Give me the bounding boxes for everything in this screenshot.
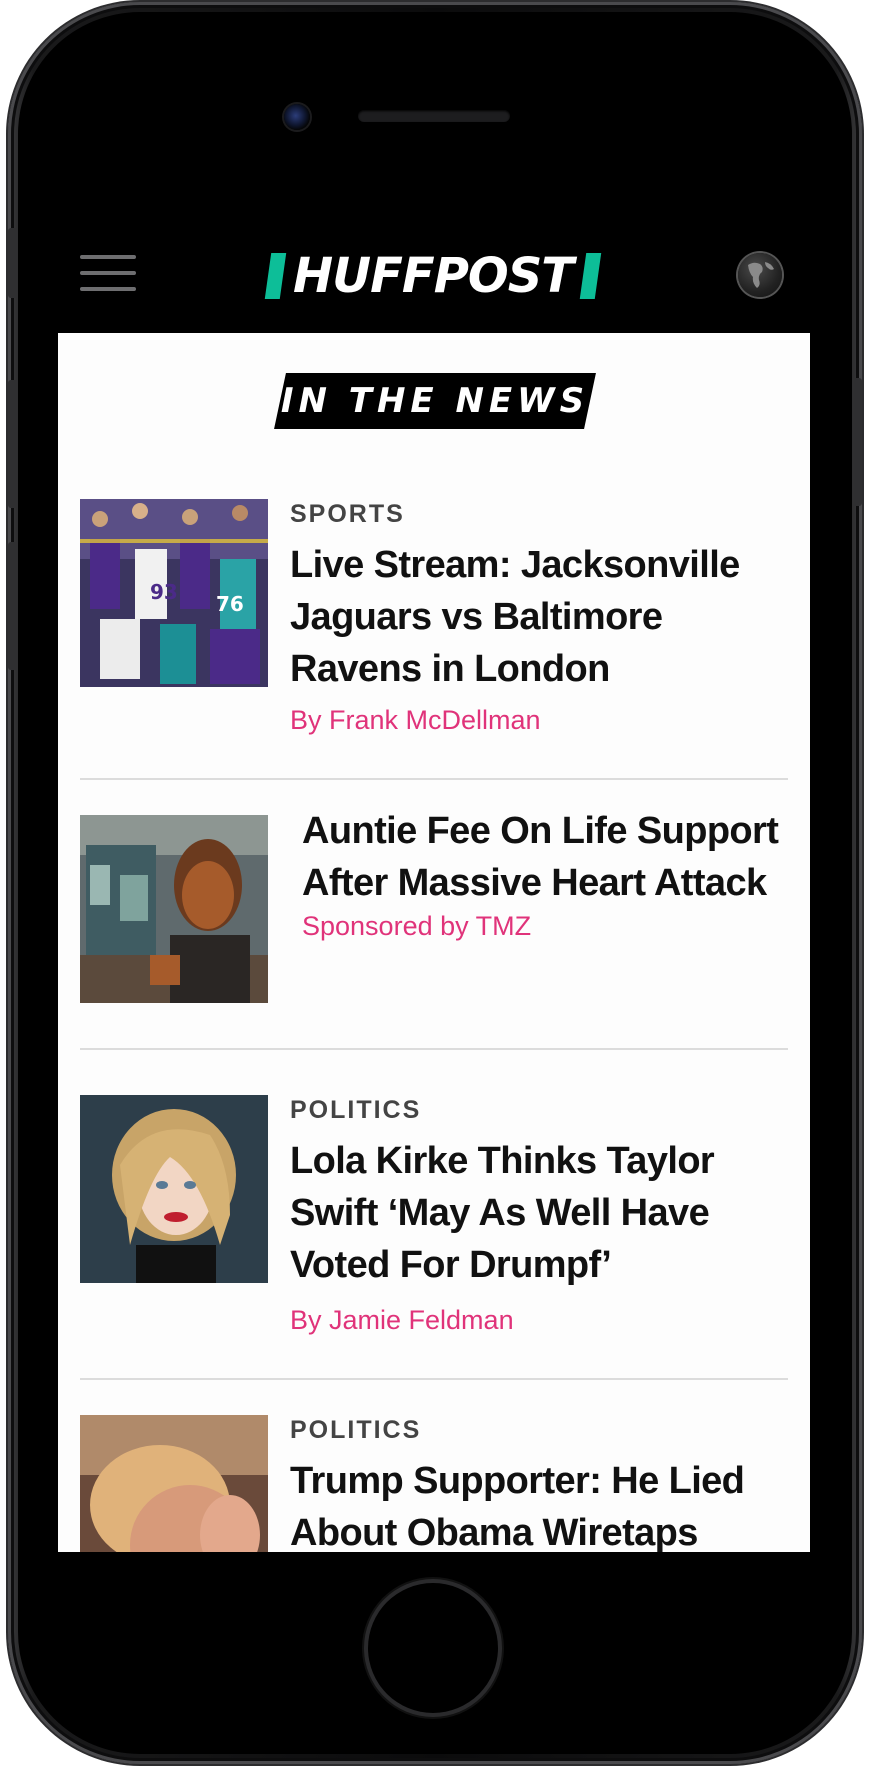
divider: [80, 1378, 788, 1380]
volume-down-button: [8, 542, 16, 670]
home-button[interactable]: [368, 1583, 498, 1713]
svg-text:93: 93: [150, 580, 178, 604]
divider: [80, 778, 788, 780]
globe-icon[interactable]: [738, 253, 782, 297]
article-byline[interactable]: By Frank McDellman: [290, 703, 790, 737]
blonde-woman-portrait-photo[interactable]: [80, 1095, 268, 1283]
man-hand-on-face-photo[interactable]: [80, 1415, 268, 1552]
logo-text: HUFFPOST: [292, 248, 574, 304]
article-headline[interactable]: Auntie Fee On Life Support After Massive…: [302, 805, 790, 909]
article-category[interactable]: SPORTS: [290, 499, 790, 529]
logo-bar-left: [264, 253, 287, 299]
hamburger-menu-icon[interactable]: [80, 255, 136, 293]
top-navbar: HUFFPOST: [58, 213, 810, 333]
mute-switch: [8, 228, 16, 298]
section-title: IN THE NEWS: [280, 381, 590, 421]
divider: [80, 1048, 788, 1050]
football-players-photo[interactable]: 93 76: [80, 499, 268, 687]
earpiece-speaker: [358, 110, 510, 122]
in-the-news-banner: IN THE NEWS: [274, 373, 596, 429]
article-category[interactable]: POLITICS: [290, 1415, 790, 1445]
article-headline[interactable]: Live Stream: Jacksonville Jaguars vs Bal…: [290, 539, 790, 695]
svg-text:76: 76: [216, 592, 244, 616]
power-button: [854, 378, 862, 506]
volume-up-button: [8, 380, 16, 508]
front-camera-icon: [284, 104, 310, 130]
app-screen: HUFFPOST IN THE NEWS 93 76 SPORTS Live S…: [58, 213, 810, 1552]
article-headline[interactable]: Trump Supporter: He Lied About Obama Wir…: [290, 1455, 790, 1552]
article-category[interactable]: POLITICS: [290, 1095, 790, 1125]
article-byline[interactable]: By Jamie Feldman: [290, 1303, 790, 1337]
article-byline[interactable]: Sponsored by TMZ: [302, 909, 790, 943]
huffpost-logo[interactable]: HUFFPOST: [228, 251, 638, 301]
article-headline[interactable]: Lola Kirke Thinks Taylor Swift ‘May As W…: [290, 1135, 790, 1291]
logo-bar-right: [579, 253, 602, 299]
woman-kitchen-photo[interactable]: [80, 815, 268, 1003]
